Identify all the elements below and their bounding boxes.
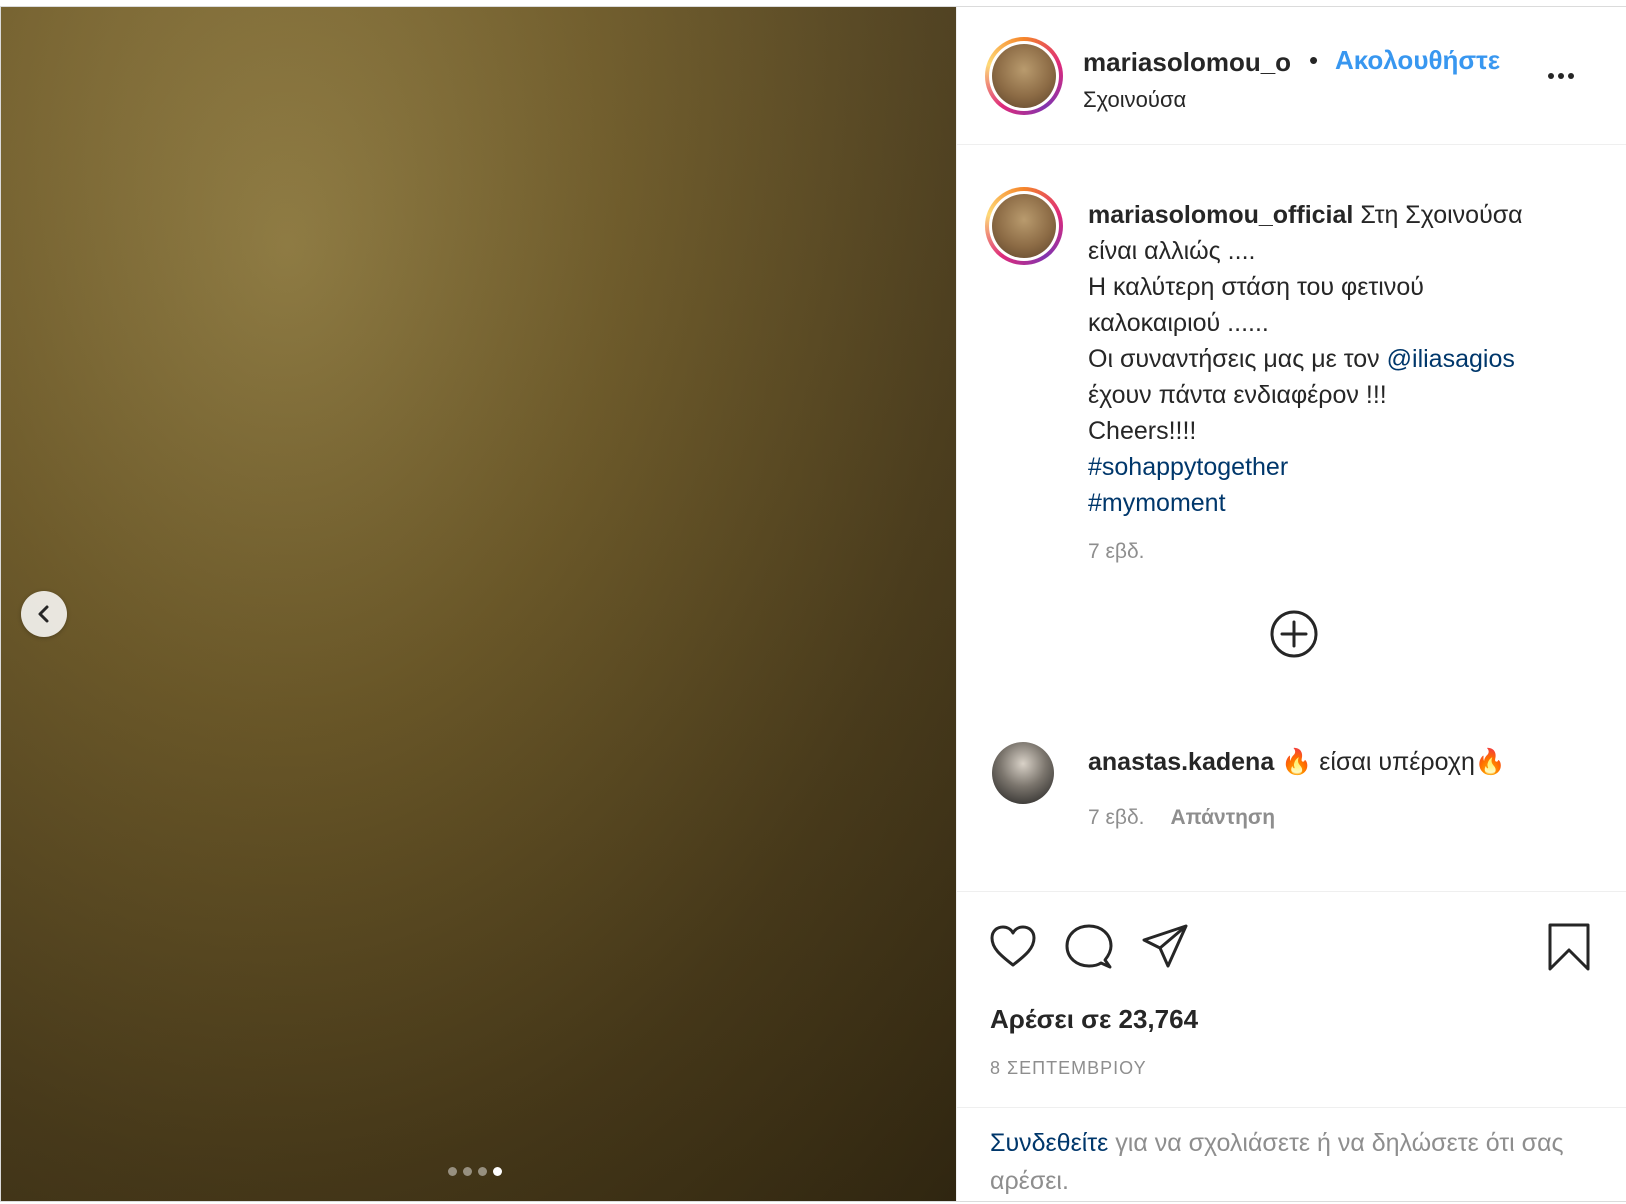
comment-avatar[interactable]	[992, 742, 1054, 804]
login-prompt: Συνδεθείτε για να σχολιάσετε ή να δηλώσε…	[957, 1107, 1626, 1201]
login-link[interactable]: Συνδεθείτε	[990, 1129, 1108, 1157]
likes-count[interactable]: Αρέσει σε 23,764	[990, 1004, 1198, 1035]
mention-link[interactable]: @iliasagios	[1387, 345, 1515, 373]
comment-username[interactable]: anastas.kadena	[1088, 748, 1274, 776]
carousel-dots	[1, 1167, 956, 1176]
header-separator: •	[1309, 45, 1319, 75]
hashtag-link[interactable]: #sohappytogether	[1088, 449, 1598, 485]
post-header: mariasolomou_o • Ακολουθήστε Σχοινούσα	[957, 7, 1626, 145]
carousel-dot	[477, 1167, 487, 1176]
post-media	[1, 7, 956, 1201]
caption-line: Η καλύτερη στάση του φετινού	[1088, 273, 1424, 301]
caption-line: έχουν πάντα ενδιαφέρον !!!	[1088, 381, 1387, 409]
post-side-panel: mariasolomou_o • Ακολουθήστε Σχοινούσα m…	[956, 7, 1626, 1201]
follow-button[interactable]: Ακολουθήστε	[1335, 45, 1500, 76]
more-dot	[1568, 73, 1574, 79]
caption-avatar[interactable]	[985, 187, 1063, 265]
instagram-post: mariasolomou_o • Ακολουθήστε Σχοινούσα m…	[0, 6, 1626, 1202]
more-dot	[1548, 73, 1554, 79]
photo-placeholder	[1, 7, 956, 1201]
more-dot	[1558, 73, 1564, 79]
hashtag-link[interactable]: #mymoment	[1088, 485, 1598, 521]
reply-button[interactable]: Απάντηση	[1170, 806, 1275, 830]
header-username[interactable]: mariasolomou_o	[1083, 47, 1291, 78]
carousel-previous-button[interactable]	[21, 591, 67, 637]
caption-line: είναι αλλιώς ....	[1088, 237, 1256, 265]
comment-icon[interactable]	[1064, 922, 1114, 972]
post-date: 8 ΣΕΠΤΕΜΒΡΙΟΥ	[990, 1058, 1147, 1078]
header-avatar[interactable]	[985, 37, 1063, 115]
caption-text: mariasolomou_official Στη Σχοινούσα είνα…	[1088, 197, 1598, 521]
carousel-dot	[462, 1167, 472, 1176]
comment-meta: 7 εβδ. Απάντηση	[1088, 806, 1275, 830]
comment-body: 🔥 είσαι υπέροχη🔥	[1281, 748, 1507, 776]
caption-line: Cheers!!!!	[1088, 417, 1197, 445]
bookmark-icon[interactable]	[1544, 922, 1594, 972]
share-icon[interactable]	[1140, 922, 1190, 972]
post-location[interactable]: Σχοινούσα	[1083, 87, 1186, 113]
caption-username[interactable]: mariasolomou_official	[1088, 201, 1353, 229]
post-actions: Αρέσει σε 23,764 8 ΣΕΠΤΕΜΒΡΙΟΥ	[957, 891, 1626, 1107]
caption-line: καλοκαιριού ......	[1088, 309, 1269, 337]
caption-line: Οι συναντήσεις μας με τον	[1088, 345, 1380, 373]
more-options-button[interactable]	[1544, 69, 1578, 83]
caption-line: Στη Σχοινούσα	[1360, 201, 1523, 229]
chevron-left-icon	[38, 605, 49, 623]
carousel-dot	[447, 1167, 457, 1176]
comment-timestamp: 7 εβδ.	[1088, 806, 1145, 829]
load-more-comments-icon[interactable]	[1269, 609, 1319, 659]
comment-text: anastas.kadena 🔥 είσαι υπέροχη🔥	[1088, 748, 1506, 777]
carousel-dot-active	[492, 1167, 502, 1176]
heart-icon[interactable]	[988, 922, 1038, 972]
caption-timestamp: 7 εβδ.	[1088, 540, 1145, 563]
